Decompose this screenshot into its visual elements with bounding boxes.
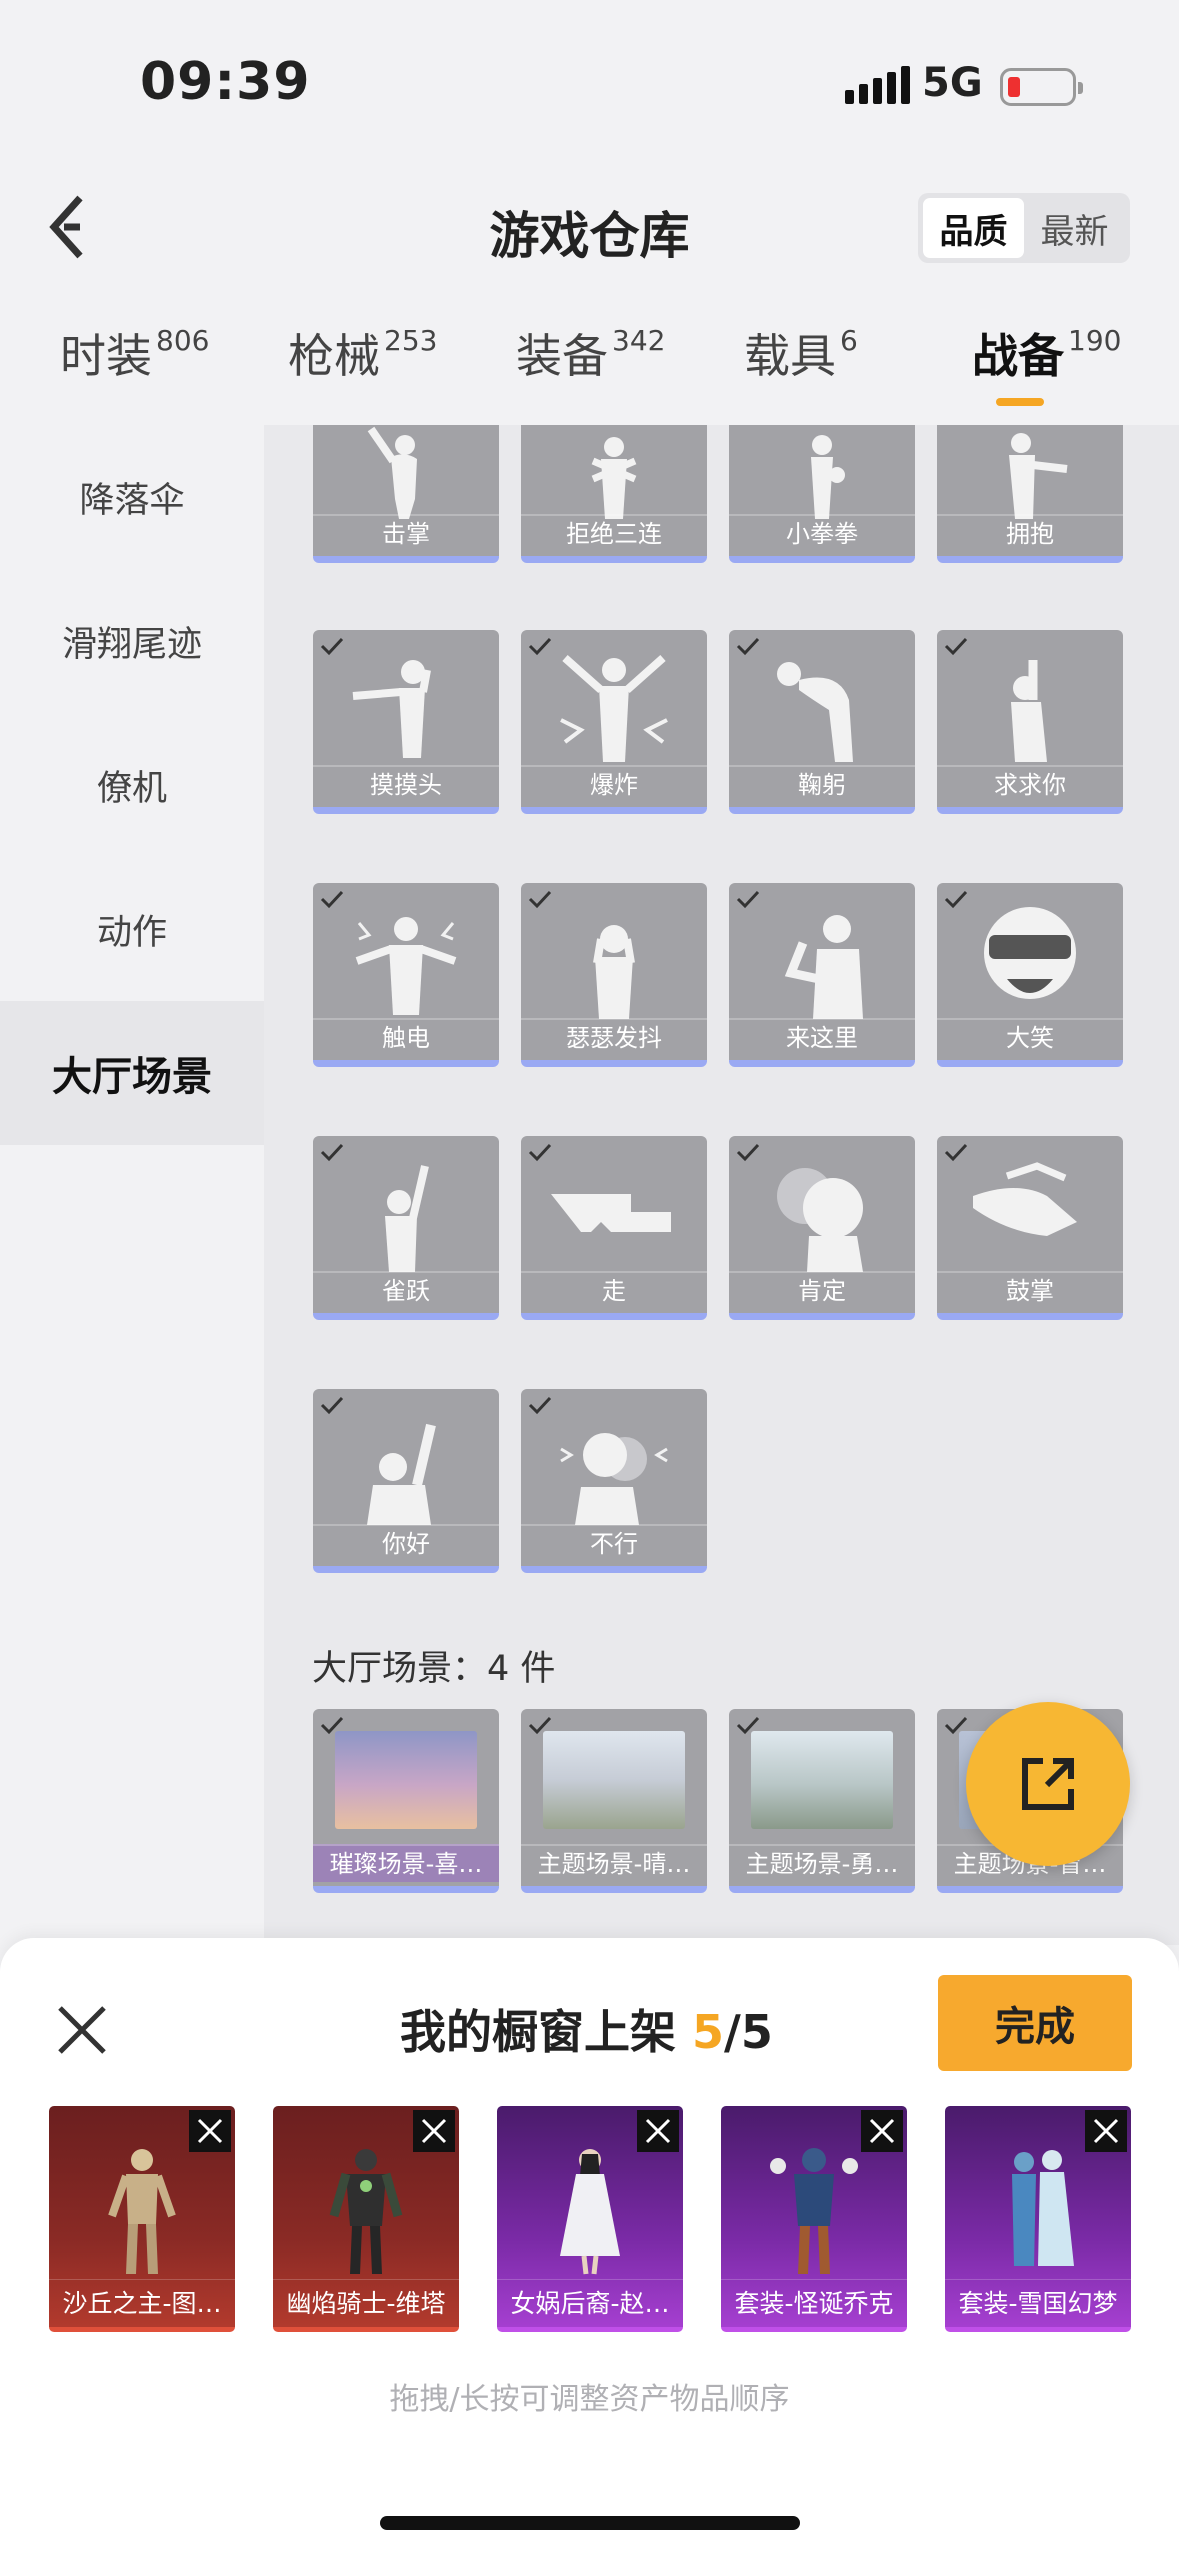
emote-card[interactable]: 拒绝三连 bbox=[521, 425, 707, 563]
emote-figure-icon bbox=[593, 925, 635, 1019]
emote-card[interactable]: 小拳拳 bbox=[729, 425, 915, 563]
sidebar-item-wingman[interactable]: 僚机 bbox=[0, 713, 264, 857]
emote-card[interactable]: 拥抱 bbox=[937, 425, 1123, 563]
emote-figure-icon bbox=[560, 1433, 668, 1525]
sort-toggle: 品质 最新 bbox=[918, 193, 1130, 263]
emote-figure-icon bbox=[1011, 660, 1047, 762]
emote-card[interactable]: 瑟瑟发抖 bbox=[521, 883, 707, 1067]
emote-card[interactable]: 不行 bbox=[521, 1389, 707, 1573]
status-time: 09:39 bbox=[140, 52, 311, 112]
close-button[interactable] bbox=[52, 2000, 112, 2060]
share-button[interactable] bbox=[966, 1702, 1130, 1866]
character-icon bbox=[1012, 2150, 1074, 2266]
emote-figure-icon bbox=[984, 907, 1076, 999]
emote-figure-icon bbox=[591, 437, 637, 519]
character-icon bbox=[560, 2149, 620, 2275]
sidebar-item-parachute[interactable]: 降落伞 bbox=[0, 425, 264, 569]
emote-card[interactable]: 触电 bbox=[313, 883, 499, 1067]
tab-vehicles[interactable]: 载具 6 bbox=[744, 320, 858, 386]
done-button[interactable]: 完成 bbox=[938, 1975, 1132, 2071]
sidebar-item-emotes[interactable]: 动作 bbox=[0, 857, 264, 1001]
emote-figure-icon bbox=[973, 1162, 1077, 1236]
emote-card[interactable]: 鼓掌 bbox=[937, 1136, 1123, 1320]
emote-card[interactable]: 你好 bbox=[313, 1389, 499, 1573]
close-icon bbox=[1093, 2118, 1119, 2144]
emote-card[interactable]: 摸摸头 bbox=[313, 630, 499, 814]
emote-figure-icon bbox=[560, 655, 668, 762]
emote-figure-icon bbox=[811, 435, 845, 519]
character-icon bbox=[770, 2148, 858, 2274]
emote-card[interactable]: 鞠躬 bbox=[729, 630, 915, 814]
remove-button[interactable] bbox=[1085, 2110, 1127, 2152]
home-indicator[interactable] bbox=[380, 2516, 800, 2530]
status-bar: 09:39 5G bbox=[0, 0, 1179, 160]
emote-figure-icon bbox=[352, 660, 431, 758]
sidebar: 降落伞 滑翔尾迹 僚机 动作 大厅场景 bbox=[0, 425, 264, 1945]
emote-card[interactable]: 雀跃 bbox=[313, 1136, 499, 1320]
showcase-title: 我的橱窗上架 5/5 bbox=[400, 2005, 773, 2059]
scene-card[interactable]: 主题场景-晴… bbox=[521, 1709, 707, 1893]
remove-button[interactable] bbox=[189, 2110, 231, 2152]
emote-card[interactable]: 求求你 bbox=[937, 630, 1123, 814]
tab-guns[interactable]: 枪械 253 bbox=[288, 320, 437, 386]
character-icon bbox=[329, 2149, 403, 2274]
battery-icon bbox=[1000, 68, 1083, 106]
sidebar-item-lobby-scene[interactable]: 大厅场景 bbox=[0, 1001, 264, 1145]
close-icon bbox=[58, 2006, 106, 2054]
showcase-slot[interactable]: 女娲后裔-赵… bbox=[497, 2106, 683, 2332]
emote-figure-icon bbox=[355, 917, 457, 1015]
scene-card[interactable]: 璀璨场景-喜… bbox=[313, 1709, 499, 1893]
scene-thumbnail bbox=[751, 1731, 893, 1829]
signal-icon bbox=[845, 66, 910, 104]
sort-quality-button[interactable]: 品质 bbox=[923, 198, 1024, 258]
emote-card[interactable]: 走 bbox=[521, 1136, 707, 1320]
emote-card[interactable]: 击掌 bbox=[313, 425, 499, 563]
active-tab-indicator bbox=[996, 398, 1044, 406]
showcase-slot[interactable]: 沙丘之主-图… bbox=[49, 2106, 235, 2332]
showcase-slot[interactable]: 套装-怪诞乔克 bbox=[721, 2106, 907, 2332]
emote-figure-icon bbox=[784, 915, 863, 1019]
remove-button[interactable] bbox=[413, 2110, 455, 2152]
tab-fashion[interactable]: 时装 806 bbox=[60, 320, 209, 386]
emote-figure-icon bbox=[1009, 433, 1068, 519]
emote-figure-icon bbox=[777, 1168, 863, 1272]
emote-figure-icon bbox=[367, 1423, 436, 1525]
remove-button[interactable] bbox=[861, 2110, 903, 2152]
emote-card[interactable]: 爆炸 bbox=[521, 630, 707, 814]
scene-card[interactable]: 主题场景-勇… bbox=[729, 1709, 915, 1893]
share-icon bbox=[1022, 1758, 1074, 1810]
lobby-scene-section-title: 大厅场景：4 件 bbox=[312, 1649, 556, 1689]
character-icon bbox=[108, 2149, 176, 2274]
close-icon bbox=[645, 2118, 671, 2144]
emote-card[interactable]: 肯定 bbox=[729, 1136, 915, 1320]
emote-figure-icon bbox=[385, 1165, 429, 1272]
scene-thumbnail bbox=[543, 1731, 685, 1829]
scene-thumbnail bbox=[335, 1731, 477, 1829]
showcase-slot[interactable]: 幽焰骑士-维塔 bbox=[273, 2106, 459, 2332]
showcase-slot[interactable]: 套装-雪国幻梦 bbox=[945, 2106, 1131, 2332]
emote-figure-icon bbox=[367, 426, 417, 519]
close-icon bbox=[421, 2118, 447, 2144]
sidebar-item-glide-trail[interactable]: 滑翔尾迹 bbox=[0, 569, 264, 713]
remove-button[interactable] bbox=[637, 2110, 679, 2152]
sort-newest-button[interactable]: 最新 bbox=[1024, 198, 1125, 258]
emote-card[interactable]: 来这里 bbox=[729, 883, 915, 1067]
emote-card[interactable]: 大笑 bbox=[937, 883, 1123, 1067]
tab-equipment[interactable]: 装备 342 bbox=[516, 320, 665, 386]
reorder-hint: 拖拽/长按可调整资产物品顺序 bbox=[389, 2382, 790, 2417]
tab-readiness[interactable]: 战备 190 bbox=[972, 320, 1121, 386]
emote-figure-icon bbox=[551, 1194, 671, 1232]
close-icon bbox=[869, 2118, 895, 2144]
emote-figure-icon bbox=[777, 662, 853, 762]
network-type: 5G bbox=[922, 60, 983, 106]
close-icon bbox=[197, 2118, 223, 2144]
